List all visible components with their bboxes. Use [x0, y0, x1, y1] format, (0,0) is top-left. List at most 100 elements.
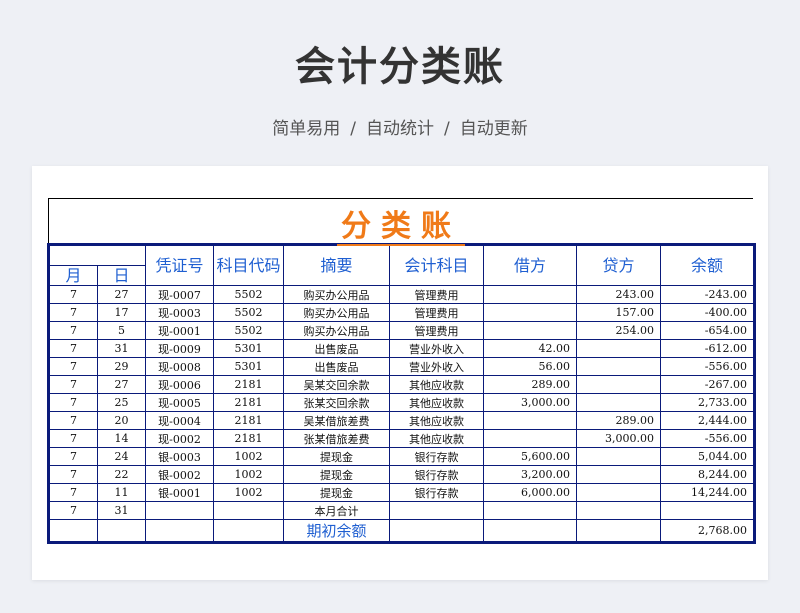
- cell-voucher[interactable]: 现-0006: [145, 375, 214, 394]
- cell-day[interactable]: 27: [97, 375, 146, 394]
- debit-header[interactable]: 借方: [483, 244, 577, 286]
- cell-balance[interactable]: 2,444.00: [660, 411, 755, 430]
- cell-debit[interactable]: 3,000.00: [483, 393, 577, 412]
- cell-debit[interactable]: 289.00: [483, 375, 577, 394]
- cell-summary[interactable]: 提现金: [283, 465, 390, 484]
- cell-day[interactable]: 31: [97, 501, 146, 520]
- cell-code[interactable]: 2181: [213, 393, 284, 412]
- cell-account[interactable]: 其他应收款: [389, 375, 484, 394]
- cell-voucher[interactable]: [145, 519, 214, 543]
- cell-balance[interactable]: -267.00: [660, 375, 755, 394]
- cell-month[interactable]: 7: [48, 285, 98, 304]
- cell-voucher[interactable]: 银-0003: [145, 447, 214, 466]
- cell-month[interactable]: 7: [48, 375, 98, 394]
- cell-day[interactable]: 24: [97, 447, 146, 466]
- cell-month[interactable]: 7: [48, 447, 98, 466]
- cell-month[interactable]: [48, 519, 98, 543]
- cell-credit[interactable]: 157.00: [576, 303, 661, 322]
- cell-account[interactable]: [389, 501, 484, 520]
- cell-voucher[interactable]: 现-0007: [145, 285, 214, 304]
- cell-debit[interactable]: 6,000.00: [483, 483, 577, 502]
- cell-code[interactable]: 1002: [213, 465, 284, 484]
- cell-account[interactable]: 银行存款: [389, 465, 484, 484]
- cell-day[interactable]: 22: [97, 465, 146, 484]
- cell-debit[interactable]: [483, 321, 577, 340]
- cell-balance[interactable]: 14,244.00: [660, 483, 755, 502]
- cell-code[interactable]: 1002: [213, 483, 284, 502]
- cell-summary[interactable]: 提现金: [283, 447, 390, 466]
- cell-day[interactable]: 29: [97, 357, 146, 376]
- cell-debit[interactable]: [483, 303, 577, 322]
- cell-credit[interactable]: 3,000.00: [576, 429, 661, 448]
- cell-month[interactable]: 7: [48, 501, 98, 520]
- cell-voucher[interactable]: 现-0008: [145, 357, 214, 376]
- cell-balance[interactable]: -556.00: [660, 357, 755, 376]
- cell-debit[interactable]: [483, 411, 577, 430]
- cell-credit[interactable]: [576, 393, 661, 412]
- opening-balance-value[interactable]: 2,768.00: [660, 519, 755, 543]
- account-code-header[interactable]: 科目代码: [213, 244, 284, 286]
- cell-day[interactable]: 17: [97, 303, 146, 322]
- cell-voucher[interactable]: 现-0002: [145, 429, 214, 448]
- cell-month[interactable]: 7: [48, 393, 98, 412]
- cell-account[interactable]: 管理费用: [389, 303, 484, 322]
- cell-voucher[interactable]: 现-0004: [145, 411, 214, 430]
- cell-month[interactable]: 7: [48, 411, 98, 430]
- cell-month[interactable]: 7: [48, 429, 98, 448]
- cell-account[interactable]: 营业外收入: [389, 357, 484, 376]
- cell-summary[interactable]: 出售废品: [283, 339, 390, 358]
- month-total-label[interactable]: 本月合计: [283, 501, 390, 520]
- cell-account[interactable]: 银行存款: [389, 447, 484, 466]
- day-header[interactable]: 日: [97, 265, 146, 286]
- cell-day[interactable]: 5: [97, 321, 146, 340]
- cell-summary[interactable]: 购买办公用品: [283, 303, 390, 322]
- opening-balance-label[interactable]: 期初余额: [283, 519, 390, 543]
- cell-credit[interactable]: [576, 447, 661, 466]
- cell-day[interactable]: 14: [97, 429, 146, 448]
- cell-voucher[interactable]: 现-0005: [145, 393, 214, 412]
- cell-code[interactable]: 5301: [213, 357, 284, 376]
- cell-code[interactable]: [213, 519, 284, 543]
- cell-balance[interactable]: -612.00: [660, 339, 755, 358]
- cell-summary[interactable]: 提现金: [283, 483, 390, 502]
- cell-voucher[interactable]: 现-0003: [145, 303, 214, 322]
- cell-account[interactable]: 银行存款: [389, 483, 484, 502]
- cell-credit[interactable]: 289.00: [576, 411, 661, 430]
- cell-code[interactable]: 5502: [213, 285, 284, 304]
- cell-account[interactable]: 管理费用: [389, 321, 484, 340]
- cell-debit[interactable]: 42.00: [483, 339, 577, 358]
- cell-voucher[interactable]: 银-0002: [145, 465, 214, 484]
- cell-code[interactable]: 5502: [213, 303, 284, 322]
- cell-balance[interactable]: 5,044.00: [660, 447, 755, 466]
- cell-debit[interactable]: 3,200.00: [483, 465, 577, 484]
- cell-credit[interactable]: 254.00: [576, 321, 661, 340]
- cell-code[interactable]: 2181: [213, 429, 284, 448]
- cell-code[interactable]: 2181: [213, 411, 284, 430]
- cell-account[interactable]: 其他应收款: [389, 393, 484, 412]
- voucher-header[interactable]: 凭证号: [145, 244, 214, 286]
- cell-balance[interactable]: -243.00: [660, 285, 755, 304]
- cell-voucher[interactable]: 现-0009: [145, 339, 214, 358]
- cell-balance[interactable]: -654.00: [660, 321, 755, 340]
- cell-credit[interactable]: [576, 357, 661, 376]
- cell-credit[interactable]: 243.00: [576, 285, 661, 304]
- cell-debit[interactable]: 56.00: [483, 357, 577, 376]
- cell-day[interactable]: 31: [97, 339, 146, 358]
- cell-month[interactable]: 7: [48, 321, 98, 340]
- cell-day[interactable]: 25: [97, 393, 146, 412]
- cell-day[interactable]: 11: [97, 483, 146, 502]
- cell-debit[interactable]: [483, 501, 577, 520]
- cell-balance[interactable]: 2,733.00: [660, 393, 755, 412]
- cell-day[interactable]: [97, 519, 146, 543]
- cell-code[interactable]: 2181: [213, 375, 284, 394]
- cell-summary[interactable]: 购买办公用品: [283, 321, 390, 340]
- cell-summary[interactable]: 张某交回余款: [283, 393, 390, 412]
- cell-summary[interactable]: 购买办公用品: [283, 285, 390, 304]
- cell-code[interactable]: [213, 501, 284, 520]
- cell-credit[interactable]: [576, 339, 661, 358]
- cell-account[interactable]: 管理费用: [389, 285, 484, 304]
- cell-summary[interactable]: 张某借旅差费: [283, 429, 390, 448]
- cell-month[interactable]: 7: [48, 465, 98, 484]
- cell-balance[interactable]: -400.00: [660, 303, 755, 322]
- cell-month[interactable]: 7: [48, 357, 98, 376]
